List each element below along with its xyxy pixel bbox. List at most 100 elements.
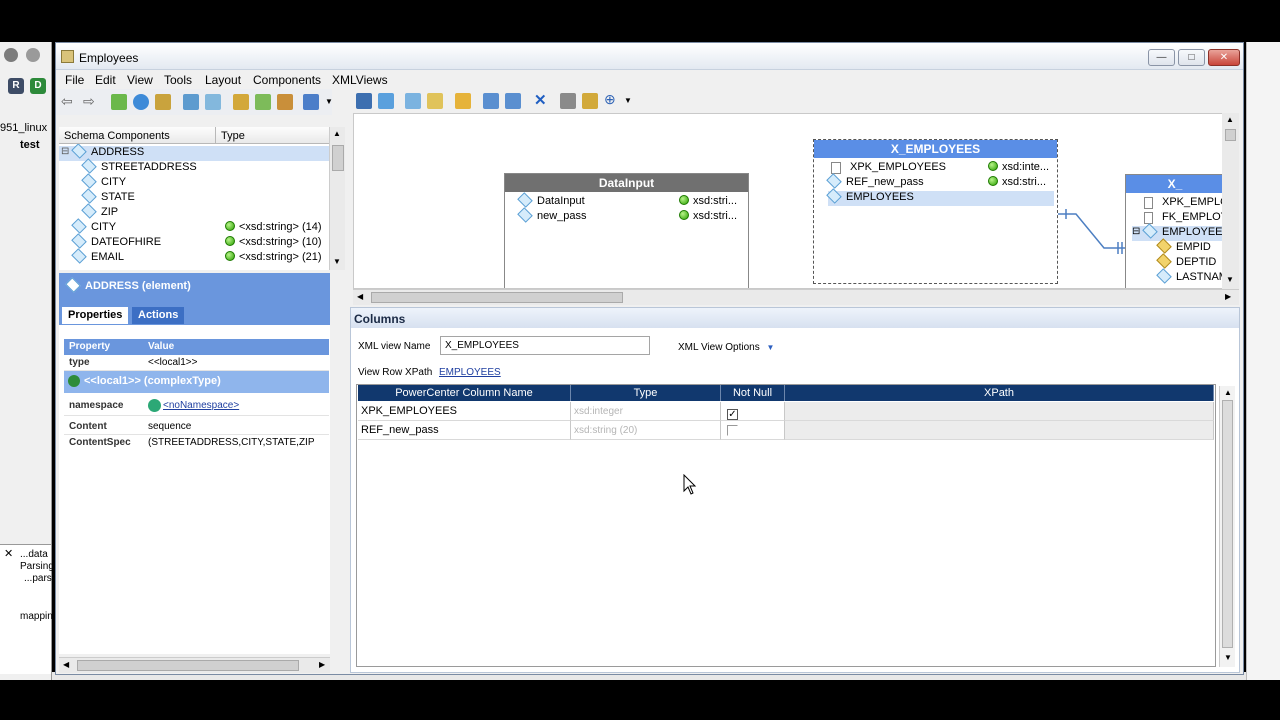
group-icon[interactable] <box>205 94 221 110</box>
minimize-button[interactable]: — <box>1148 49 1175 66</box>
namespace-icon[interactable] <box>133 94 149 110</box>
find-icon[interactable] <box>582 93 598 109</box>
back-arrow-icon[interactable]: ⇦ <box>61 93 73 110</box>
add-element-icon[interactable] <box>111 94 127 110</box>
scroll-thumb[interactable] <box>1225 129 1236 141</box>
repository-icon[interactable]: R <box>8 78 24 94</box>
wand-icon[interactable] <box>155 94 171 110</box>
scroll-left-icon[interactable]: ◀ <box>357 292 363 301</box>
menu-xmlviews[interactable]: XMLViews <box>332 73 388 87</box>
box-row-selected[interactable]: EMPLOYEES <box>826 188 1054 206</box>
scroll-thumb[interactable] <box>77 660 299 671</box>
unlink-icon[interactable] <box>505 93 521 109</box>
menu-file[interactable]: File <box>65 73 84 87</box>
canvas-vertical-scrollbar[interactable]: ▲ ▼ <box>1222 113 1239 289</box>
scroll-up-icon[interactable]: ▲ <box>1224 388 1232 397</box>
note-icon[interactable] <box>455 93 471 109</box>
tree-row-streetaddress[interactable]: STREETADDRESS <box>81 158 197 176</box>
scroll-down-icon[interactable]: ▼ <box>1224 653 1232 662</box>
tree-row-city[interactable]: CITY <xsd:string> (14) <box>71 218 331 236</box>
view-edit-icon[interactable] <box>427 93 443 109</box>
box-row[interactable]: EMPID <box>1156 238 1211 256</box>
x-employees-box[interactable]: X_EMPLOYEES XPK_EMPLOYEES xsd:inte... RE… <box>813 139 1058 284</box>
diagram-canvas[interactable]: DataInput DataInput xsd:stri... new_pass… <box>353 113 1238 289</box>
expand-icon[interactable] <box>233 94 249 110</box>
column-header-components[interactable]: Schema Components <box>64 130 170 142</box>
collapse-toggle-icon[interactable]: ⊟ <box>61 146 69 157</box>
close-button[interactable]: ✕ <box>1208 49 1240 66</box>
scroll-thumb[interactable] <box>1222 400 1233 648</box>
grid-header-type[interactable]: Type <box>571 385 721 401</box>
scroll-right-icon[interactable]: ▶ <box>1225 292 1231 301</box>
chevron-down-icon[interactable]: ▼ <box>624 96 632 105</box>
collapse-toggle-icon[interactable]: ⊟ <box>1132 226 1140 237</box>
grid-scrollbar[interactable]: ▲ ▼ <box>1219 386 1235 667</box>
namespace-link[interactable]: <noNamespace> <box>163 400 239 411</box>
collapse-icon[interactable] <box>255 94 271 110</box>
complex-type-row[interactable]: <<local1>> (complexType) <box>64 371 329 393</box>
filter-icon[interactable] <box>277 94 293 110</box>
arrange-icon[interactable] <box>560 93 576 109</box>
refresh-icon[interactable] <box>183 94 199 110</box>
tab-properties[interactable]: Properties <box>62 307 129 324</box>
datainput-box[interactable]: DataInput DataInput xsd:stri... new_pass… <box>504 173 749 288</box>
chevron-down-icon[interactable]: ▼ <box>325 97 333 106</box>
grid-cell-column-name[interactable]: REF_new_pass <box>358 421 571 440</box>
scroll-up-icon[interactable]: ▲ <box>333 129 341 138</box>
scroll-down-icon[interactable]: ▼ <box>333 257 341 266</box>
delete-icon[interactable]: ✕ <box>534 91 547 109</box>
box-row[interactable]: DataInput xsd:stri... <box>517 192 747 210</box>
box-title[interactable]: X_EMPLOYEES <box>814 140 1057 158</box>
grid-cell-not-null[interactable]: ✓ <box>721 402 785 421</box>
view-row-xpath-link[interactable]: EMPLOYEES <box>439 367 501 378</box>
chevron-down-icon[interactable]: ▼ <box>767 343 775 352</box>
box-title[interactable]: X_ <box>1126 175 1224 193</box>
scroll-up-icon[interactable]: ▲ <box>1226 115 1234 124</box>
tree-row-dateofhire[interactable]: DATEOFHIRE <xsd:string> (10) <box>71 233 331 251</box>
relationship-connector[interactable] <box>1058 204 1128 254</box>
save-icon[interactable] <box>356 93 372 109</box>
scroll-thumb[interactable] <box>332 145 344 171</box>
xml-view-name-input[interactable] <box>440 336 650 355</box>
tree-row-address[interactable]: ⊟ ADDRESS <box>59 144 331 161</box>
box-row[interactable]: new_pass xsd:stri... <box>517 207 747 225</box>
menu-components[interactable]: Components <box>253 73 321 87</box>
maximize-button[interactable]: □ <box>1178 49 1205 66</box>
tree-row-state[interactable]: STATE <box>81 188 135 206</box>
scroll-down-icon[interactable]: ▼ <box>1226 275 1234 284</box>
scroll-right-icon[interactable]: ▶ <box>319 660 325 669</box>
box-row[interactable]: REF_new_pass xsd:stri... <box>826 173 1056 191</box>
x-partial-box[interactable]: X_ XPK_EMPLO FK_EMPLOY ⊟ EMPLOYEE EMPID D… <box>1125 174 1229 288</box>
xml-view-options-dropdown[interactable]: XML View Options ▼ <box>678 342 774 353</box>
grid-cell-xpath[interactable] <box>785 402 1214 421</box>
close-icon[interactable]: ✕ <box>4 547 13 560</box>
title-bar[interactable]: Employees — □ ✕ <box>56 43 1243 70</box>
properties-scrollbar[interactable]: ◀ ▶ <box>59 657 330 673</box>
not-null-checkbox[interactable]: ✓ <box>727 409 738 420</box>
menu-view[interactable]: View <box>127 73 153 87</box>
property-row-content[interactable]: Content sequence <box>64 419 329 435</box>
create-view-icon[interactable] <box>378 93 394 109</box>
grid-header-xpath[interactable]: XPath <box>785 385 1214 401</box>
box-row[interactable]: XPK_EMPLOYEES xsd:inte... <box>828 161 1056 176</box>
view-list-icon[interactable] <box>405 93 421 109</box>
property-row-namespace[interactable]: namespace <noNamespace> <box>64 396 329 416</box>
box-row[interactable]: LASTNAM <box>1156 268 1228 286</box>
menu-layout[interactable]: Layout <box>205 73 241 87</box>
grid-cell-column-name[interactable]: XPK_EMPLOYEES <box>358 402 571 421</box>
menu-edit[interactable]: Edit <box>95 73 116 87</box>
sort-icon[interactable] <box>303 94 319 110</box>
canvas-horizontal-scrollbar[interactable]: ◀ ▶ <box>353 289 1239 305</box>
grid-header-column-name[interactable]: PowerCenter Column Name <box>358 385 571 401</box>
forward-arrow-icon[interactable]: ⇨ <box>83 93 95 110</box>
zoom-icon[interactable]: ⊕ <box>604 91 616 108</box>
grid-header-not-null[interactable]: Not Null <box>721 385 785 401</box>
grid-cell-xpath[interactable] <box>785 421 1214 440</box>
property-row-contentspec[interactable]: ContentSpec (STREETADDRESS,CITY,STATE,ZI… <box>64 435 329 451</box>
designer-icon[interactable]: D <box>30 78 46 94</box>
box-row[interactable]: DEPTID <box>1156 253 1216 271</box>
property-row-type[interactable]: type <<local1>> <box>64 355 329 371</box>
column-header-type[interactable]: Type <box>221 130 245 142</box>
grid-cell-not-null[interactable] <box>721 421 785 440</box>
column-divider[interactable] <box>215 127 216 144</box>
